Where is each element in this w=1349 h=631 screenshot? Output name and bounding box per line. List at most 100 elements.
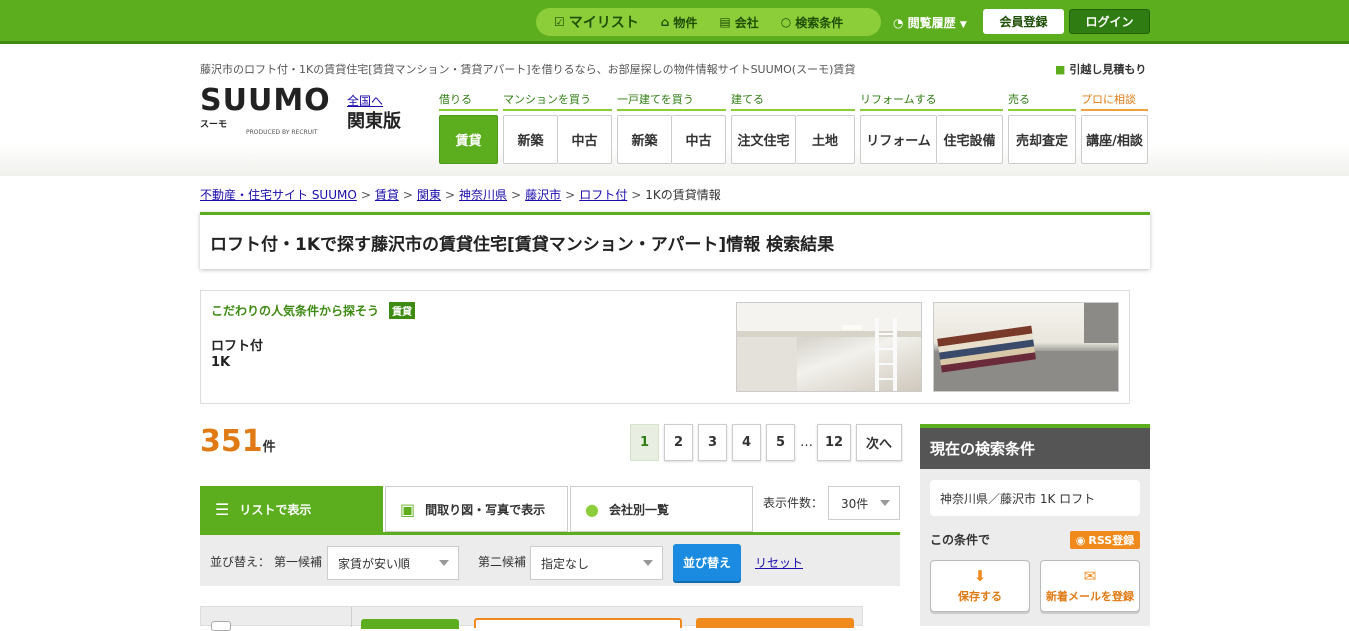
login-button[interactable]: ログイン <box>1069 9 1150 34</box>
region-name: 関東版 <box>347 111 401 132</box>
tab-list-label: リストで表示 <box>239 502 312 517</box>
condition-loft: ロフト付 <box>211 339 264 354</box>
site-tagline: 藤沢市のロフト付・1Kの賃貸住宅[賃貸マンション・賃貸アパート]を借りるなら、お… <box>200 63 856 76</box>
download-icon: ⬇ <box>973 567 987 585</box>
moving-estimate-link[interactable]: ■ 引越し見積もり <box>1055 61 1146 77</box>
result-count: 351件 <box>200 424 276 459</box>
page-5[interactable]: 5 <box>766 424 795 461</box>
breadcrumb-separator: > <box>511 188 522 202</box>
nav-rent-button[interactable]: 賃貸 <box>439 115 498 164</box>
nav-mylist[interactable]: ☑ マイリスト <box>554 12 639 32</box>
reset-link[interactable]: リセット <box>755 554 803 571</box>
result-checkbox[interactable] <box>211 621 231 631</box>
house-icon: ⌂ <box>660 15 670 29</box>
sort-first-label: 第一候補 <box>274 555 323 569</box>
tab-company-view[interactable]: ● 会社別一覧 <box>570 486 753 532</box>
search-icon: ○ <box>780 15 792 29</box>
page-title-box: ロフト付・1Kで探す藤沢市の賃貸住宅[賃貸マンション・アパート]情報 検索結果 <box>200 212 1150 269</box>
nav-group-consult: 講座/相談 <box>1081 115 1148 164</box>
nav-property-label: 物件 <box>673 15 698 30</box>
result-row-partial <box>200 606 863 631</box>
breadcrumb-link-suumo[interactable]: 不動産・住宅サイト SUUMO <box>200 188 357 202</box>
breadcrumb-link-fujisawa[interactable]: 藤沢市 <box>525 188 561 202</box>
per-page-label: 表示件数： <box>763 496 824 510</box>
nav-company[interactable]: ▤ 会社 <box>719 14 758 31</box>
page-last[interactable]: 12 <box>817 424 851 461</box>
camera-icon: ▣ <box>400 499 416 519</box>
nav-sell-assessment-button[interactable]: 売却査定 <box>1008 115 1076 164</box>
chevron-down-icon <box>880 500 890 506</box>
breadcrumb-link-loft[interactable]: ロフト付 <box>579 188 627 202</box>
nav-consult-button[interactable]: 講座/相談 <box>1081 115 1148 164</box>
result-action-button-green[interactable] <box>361 619 459 629</box>
new-mail-register-button[interactable]: ✉ 新着メールを登録 <box>1040 560 1140 612</box>
breadcrumb-separator: > <box>565 188 576 202</box>
sort-bar: 並び替え： 第一候補 家賃が安い順 第二候補 指定なし 並び替え リセット <box>200 532 900 586</box>
result-count-unit: 件 <box>262 440 276 455</box>
pagination: 1 2 3 4 5 … 12 次へ <box>630 424 902 461</box>
page-2[interactable]: 2 <box>664 424 693 461</box>
category-consult-label: プロに相談 <box>1081 91 1148 111</box>
category-house-label: 一戸建てを買う <box>617 91 726 111</box>
suumo-logo[interactable]: SUUMO スーモ PRODUCED BY RECRUIT <box>200 85 340 139</box>
save-condition-label: 保存する <box>958 590 1002 603</box>
person-icon: ● <box>585 499 599 519</box>
nav-custom-home-button[interactable]: 注文住宅 <box>731 115 796 164</box>
next-page-button[interactable]: 次へ <box>856 424 902 461</box>
nav-house-used-button[interactable]: 中古 <box>672 115 726 164</box>
sort-first-value: 家賃が安い順 <box>338 556 411 571</box>
nav-mansion-new-button[interactable]: 新築 <box>503 115 558 164</box>
with-condition-label: この条件で <box>930 533 991 547</box>
result-action-button-orange[interactable] <box>696 618 854 628</box>
pillow-illustration <box>934 303 1118 391</box>
page-1[interactable]: 1 <box>630 424 659 461</box>
popular-conditions-heading: こだわりの人気条件から探そう <box>211 304 380 318</box>
nav-mansion-used-button[interactable]: 中古 <box>558 115 612 164</box>
top-nav: ☑ マイリスト ⌂ 物件 ▤ 会社 ○ 検索条件 <box>536 8 881 36</box>
clock-icon: ◔ <box>893 16 904 30</box>
sort-second-value: 指定なし <box>541 556 590 571</box>
mylist-check-icon: ☑ <box>554 15 565 29</box>
current-conditions-panel: 現在の検索条件 神奈川県／藤沢市 1K ロフト この条件で ◉ RSS登録 ⬇ 保… <box>920 424 1150 626</box>
result-action-button-outline[interactable] <box>474 618 682 628</box>
top-bar: ☑ マイリスト ⌂ 物件 ▤ 会社 ○ 検索条件 ◔ 閲覧履歴 ▼ 会員登録 ロ… <box>0 0 1349 44</box>
nav-reform-button[interactable]: リフォーム <box>860 115 937 164</box>
nav-equipment-button[interactable]: 住宅設備 <box>937 115 1003 164</box>
nav-group-reform: リフォーム 住宅設備 <box>860 115 1003 164</box>
nav-group-mansion: 新築 中古 <box>503 115 612 164</box>
per-page-value: 30件 <box>841 496 869 511</box>
rent-badge: 賃貸 <box>389 302 415 319</box>
mail-icon: ✉ <box>1083 567 1097 585</box>
history-menu[interactable]: ◔ 閲覧履歴 ▼ <box>893 14 967 31</box>
nav-group-sell: 売却査定 <box>1008 115 1076 164</box>
nav-mylist-label: マイリスト <box>568 15 639 31</box>
nav-land-button[interactable]: 土地 <box>796 115 855 164</box>
sort-second-select[interactable]: 指定なし <box>530 546 663 580</box>
tab-list-view[interactable]: ☰ リストで表示 <box>200 486 383 532</box>
tab-floorplan-view[interactable]: ▣ 間取り図・写真で表示 <box>385 486 568 532</box>
nav-search-conditions[interactable]: ○ 検索条件 <box>781 14 844 31</box>
sort-button[interactable]: 並び替え <box>673 544 741 581</box>
current-condition-text: 神奈川県／藤沢市 1K ロフト <box>930 480 1140 516</box>
current-conditions-title: 現在の検索条件 <box>920 424 1150 469</box>
nav-house-new-button[interactable]: 新築 <box>617 115 672 164</box>
member-register-button[interactable]: 会員登録 <box>983 9 1064 34</box>
page-3[interactable]: 3 <box>698 424 727 461</box>
category-reform-label: リフォームする <box>860 91 1003 111</box>
site-header: 藤沢市のロフト付・1Kの賃貸住宅[賃貸マンション・賃貸アパート]を借りるなら、お… <box>0 47 1349 176</box>
page-4[interactable]: 4 <box>732 424 761 461</box>
category-rent-label: 借りる <box>439 91 498 111</box>
per-page-select[interactable]: 30件 <box>828 486 900 520</box>
nav-property[interactable]: ⌂ 物件 <box>661 14 698 31</box>
breadcrumb-link-kanto[interactable]: 関東 <box>417 188 441 202</box>
breadcrumb-separator: > <box>360 188 371 202</box>
row-divider <box>351 607 352 627</box>
loft-room-photo <box>736 302 922 392</box>
nav-group-build: 注文住宅 土地 <box>731 115 855 164</box>
sort-first-select[interactable]: 家賃が安い順 <box>327 546 459 580</box>
breadcrumb-link-kanagawa[interactable]: 神奈川県 <box>459 188 507 202</box>
breadcrumb-link-rent[interactable]: 賃貸 <box>375 188 399 202</box>
page-title: ロフト付・1Kで探す藤沢市の賃貸住宅[賃貸マンション・アパート]情報 検索結果 <box>210 234 835 255</box>
save-condition-button[interactable]: ⬇ 保存する <box>930 560 1030 612</box>
rss-register-button[interactable]: ◉ RSS登録 <box>1070 531 1140 549</box>
